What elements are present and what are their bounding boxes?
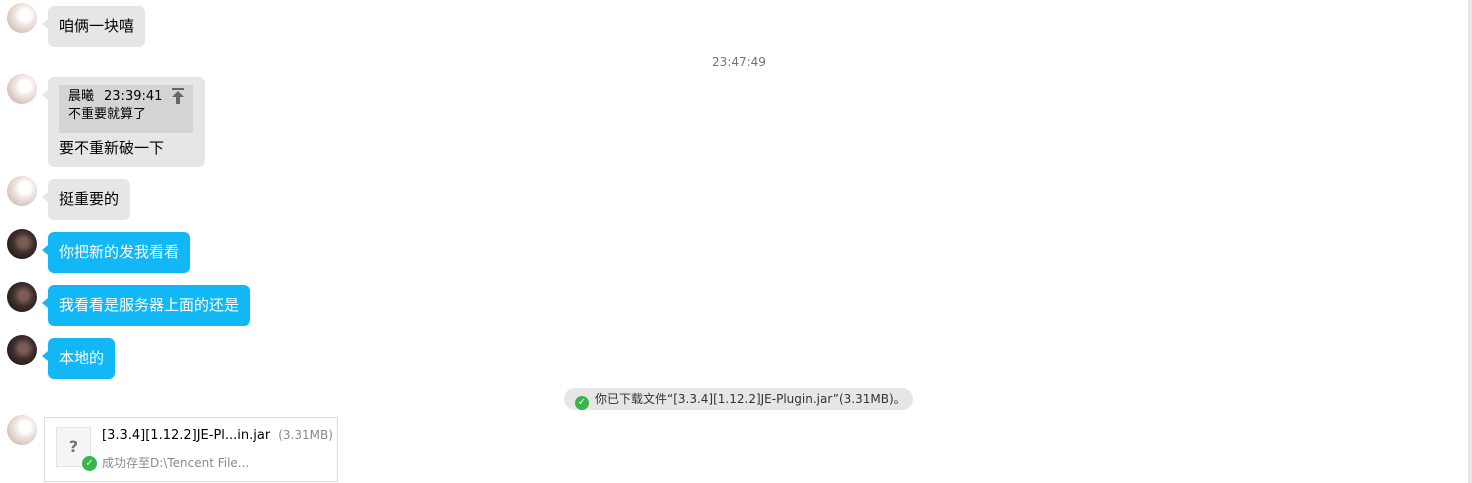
file-name-row[interactable]: [3.3.4][1.12.2]JE-Pl...in.jar (3.31MB) [102,428,333,443]
file-name[interactable]: [3.3.4][1.12.2]JE-Pl...in.jar [102,428,270,443]
message-text: 本地的 [59,349,105,367]
notice-text: 你已下载文件“[3.3.4][1.12.2]JE-Plugin.jar”(3.3… [595,392,906,406]
file-type-glyph: ? [68,437,79,456]
contact-avatar[interactable] [7,3,37,33]
check-circle-icon: ✓ [82,456,97,471]
file-save-status[interactable]: 成功存至D:\Tencent File... [102,454,249,471]
download-notice: ✓ 你已下载文件“[3.3.4][1.12.2]JE-Plugin.jar”(3.… [564,388,913,410]
message-text: 挺重要的 [59,190,120,208]
message-text: 你把新的发我看看 [59,243,180,261]
quote-sender: 晨曦 [68,89,95,104]
scrollbar[interactable] [1468,0,1472,483]
file-card[interactable]: ? ✓ [3.3.4][1.12.2]JE-Pl...in.jar (3.31MB… [44,417,338,482]
quote-time: 23:39:41 [104,89,163,104]
scrollbar-thumb[interactable] [1468,0,1472,483]
jump-to-message-icon[interactable] [171,88,185,104]
quote-text: 不重要就算了 [68,107,147,122]
my-avatar[interactable] [7,282,37,312]
unknown-file-icon[interactable]: ? ✓ [56,427,97,471]
my-avatar[interactable] [7,229,37,259]
message-bubble[interactable]: 你把新的发我看看 [41,232,191,273]
message-bubble[interactable]: 我看看是服务器上面的还是 [41,285,251,326]
contact-avatar[interactable] [7,176,37,206]
message-bubble[interactable]: 本地的 [41,338,116,379]
my-avatar[interactable] [7,335,37,365]
message-bubble[interactable]: 咱俩一块嘻 [41,6,146,47]
check-circle-icon: ✓ [575,396,589,410]
quoted-message-bubble[interactable]: 晨曦 23:39:41 不重要就算了 要不重新破一下 [42,77,205,167]
file-size: (3.31MB) [278,428,333,442]
chat-history[interactable]: 咱俩一块嘻 23:47:49 晨曦 23:39:41 不重要就算了 要不重新破一… [0,0,1472,483]
message-text: 咱俩一块嘻 [59,17,135,35]
message-text: 要不重新破一下 [59,139,165,157]
contact-avatar[interactable] [7,415,37,445]
time-divider: 23:47:49 [712,55,766,69]
quote-block[interactable]: 晨曦 23:39:41 不重要就算了 [59,85,193,133]
message-text: 我看看是服务器上面的还是 [59,296,240,314]
message-bubble[interactable]: 挺重要的 [41,179,131,220]
contact-avatar[interactable] [7,74,37,104]
